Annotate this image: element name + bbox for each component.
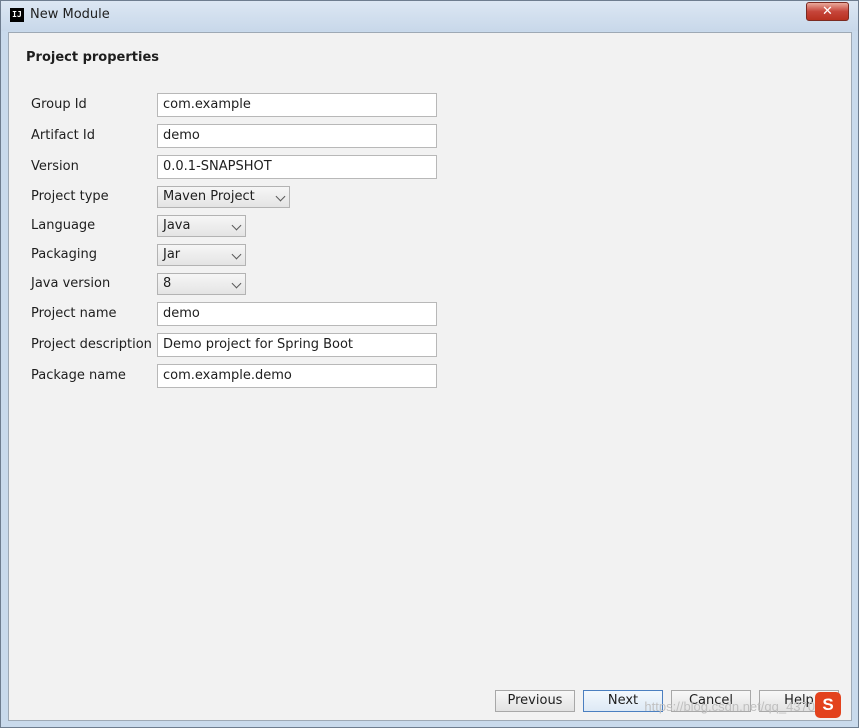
chevron-down-icon: [275, 191, 286, 202]
java-version-label: Java version: [31, 276, 111, 291]
java-version-select[interactable]: 8: [157, 273, 246, 295]
project-name-input[interactable]: demo: [157, 302, 437, 326]
language-value: Java: [163, 218, 191, 233]
intellij-app-icon: IJ: [10, 8, 24, 22]
project-description-label: Project description: [31, 337, 152, 352]
package-name-input[interactable]: com.example.demo: [157, 364, 437, 388]
language-select[interactable]: Java: [157, 215, 246, 237]
chevron-down-icon: [231, 249, 242, 260]
previous-button[interactable]: Previous: [495, 690, 575, 712]
version-label: Version: [31, 159, 79, 174]
project-description-input[interactable]: Demo project for Spring Boot: [157, 333, 437, 357]
project-type-label: Project type: [31, 189, 109, 204]
chevron-down-icon: [231, 220, 242, 231]
section-title: Project properties: [26, 50, 159, 65]
packaging-value: Jar: [163, 247, 181, 262]
packaging-label: Packaging: [31, 247, 97, 262]
project-type-value: Maven Project: [163, 189, 255, 204]
new-module-dialog: IJ New Module ✕ Project properties Group…: [0, 0, 859, 728]
title-bar[interactable]: IJ New Module ✕: [1, 1, 858, 31]
chevron-down-icon: [231, 278, 242, 289]
group-id-input[interactable]: com.example: [157, 93, 437, 117]
group-id-label: Group Id: [31, 97, 87, 112]
package-name-label: Package name: [31, 368, 126, 383]
project-name-label: Project name: [31, 306, 117, 321]
watermark-text: https://blog.csdn.net/qq_4370: [644, 699, 815, 714]
artifact-id-label: Artifact Id: [31, 128, 95, 143]
artifact-id-input[interactable]: demo: [157, 124, 437, 148]
version-input[interactable]: 0.0.1-SNAPSHOT: [157, 155, 437, 179]
language-label: Language: [31, 218, 96, 233]
java-version-value: 8: [163, 276, 172, 291]
sogou-logo-icon: S: [815, 692, 841, 718]
close-icon: ✕: [822, 4, 833, 19]
window-title: New Module: [30, 7, 110, 22]
project-type-select[interactable]: Maven Project: [157, 186, 290, 208]
packaging-select[interactable]: Jar: [157, 244, 246, 266]
close-button[interactable]: ✕: [806, 2, 849, 21]
dialog-content: Project properties Group Id com.example …: [8, 32, 852, 721]
